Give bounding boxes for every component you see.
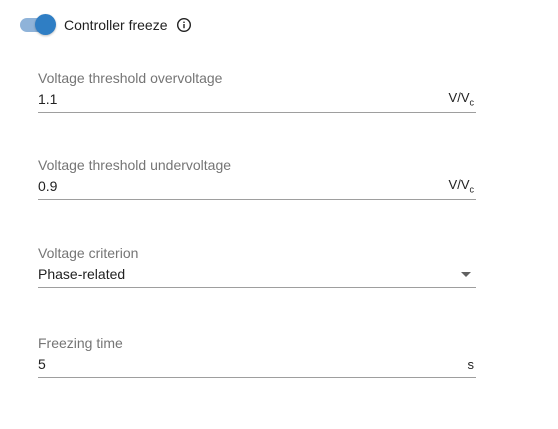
freezing-time-unit: s bbox=[467, 356, 475, 372]
overvoltage-input[interactable]: 1.1 V/Vc bbox=[38, 90, 476, 113]
freezing-time-input[interactable]: 5 s bbox=[38, 356, 476, 378]
freezing-time-label: Freezing time bbox=[38, 335, 123, 351]
voltage-criterion-label: Voltage criterion bbox=[38, 245, 139, 261]
overvoltage-unit-sub: c bbox=[469, 97, 475, 108]
freezing-time-value[interactable]: 5 bbox=[38, 356, 468, 372]
controller-freeze-label: Controller freeze bbox=[64, 17, 168, 33]
toggle-thumb[interactable] bbox=[35, 14, 56, 35]
overvoltage-unit-main: V/V bbox=[448, 90, 470, 106]
overvoltage-value[interactable]: 1.1 bbox=[38, 91, 449, 107]
undervoltage-unit-main: V/V bbox=[448, 177, 470, 193]
undervoltage-unit-sub: c bbox=[469, 184, 475, 195]
overvoltage-label: Voltage threshold overvoltage bbox=[38, 70, 223, 86]
overvoltage-unit: V/Vc bbox=[449, 90, 476, 108]
chevron-down-icon[interactable] bbox=[461, 271, 471, 277]
undervoltage-label: Voltage threshold undervoltage bbox=[38, 157, 232, 173]
undervoltage-unit: V/Vc bbox=[449, 177, 476, 195]
undervoltage-field: Voltage threshold undervoltage 0.9 V/Vc bbox=[38, 157, 476, 200]
info-icon[interactable] bbox=[176, 17, 192, 33]
undervoltage-value[interactable]: 0.9 bbox=[38, 178, 449, 194]
overvoltage-field: Voltage threshold overvoltage 1.1 V/Vc bbox=[38, 70, 476, 113]
controller-freeze-toggle[interactable] bbox=[20, 14, 56, 36]
voltage-criterion-value[interactable]: Phase-related bbox=[38, 266, 461, 282]
voltage-criterion-select[interactable]: Phase-related bbox=[38, 266, 476, 288]
voltage-criterion-field: Voltage criterion Phase-related bbox=[38, 245, 476, 288]
controller-freeze-row: Controller freeze bbox=[20, 13, 192, 37]
freezing-time-field: Freezing time 5 s bbox=[38, 335, 476, 378]
undervoltage-input[interactable]: 0.9 V/Vc bbox=[38, 177, 476, 200]
